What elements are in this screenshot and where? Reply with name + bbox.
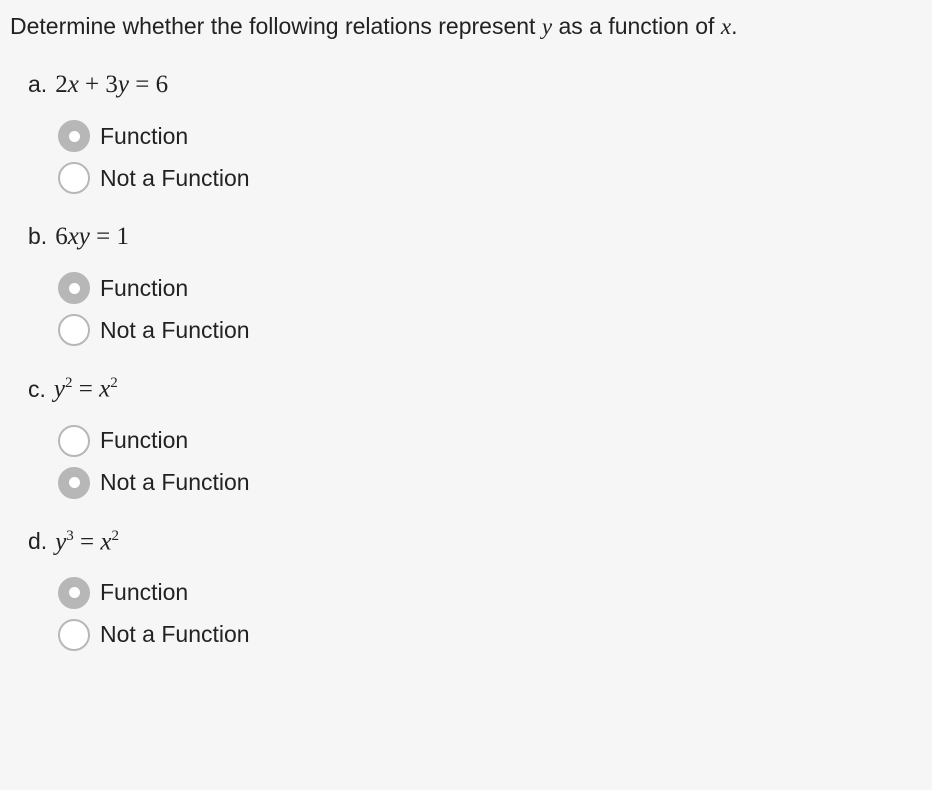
radio-button[interactable]: [58, 577, 90, 609]
question-label: a. 2x + 3y = 6: [28, 71, 922, 99]
radio-button[interactable]: [58, 162, 90, 194]
question-d: d. y3 = x2 Function Not a Function: [28, 528, 922, 654]
question-label: d. y3 = x2: [28, 528, 922, 556]
question-letter: a.: [28, 71, 47, 98]
question-label: b. 6xy = 1: [28, 223, 922, 251]
question-equation: y3 = x2: [55, 528, 119, 556]
option-label: Not a Function: [100, 469, 250, 496]
options-group: Function Not a Function: [28, 422, 922, 502]
option-function[interactable]: Function: [58, 422, 922, 460]
prompt-var-x: x: [721, 14, 731, 39]
question-letter: b.: [28, 223, 47, 250]
option-label: Function: [100, 123, 188, 150]
prompt-text-prefix: Determine whether the following relation…: [10, 13, 542, 39]
option-label: Function: [100, 579, 188, 606]
question-b: b. 6xy = 1 Function Not a Function: [28, 223, 922, 349]
question-equation: 2x + 3y = 6: [55, 71, 168, 99]
option-label: Not a Function: [100, 165, 250, 192]
radio-dot-icon: [69, 587, 80, 598]
radio-button[interactable]: [58, 467, 90, 499]
radio-button[interactable]: [58, 314, 90, 346]
question-prompt: Determine whether the following relation…: [10, 10, 922, 43]
prompt-var-y: y: [542, 14, 552, 39]
question-equation: y2 = x2: [54, 375, 118, 403]
options-group: Function Not a Function: [28, 574, 922, 654]
option-not_function[interactable]: Not a Function: [58, 464, 922, 502]
radio-dot-icon: [69, 283, 80, 294]
question-letter: d.: [28, 528, 47, 555]
options-group: Function Not a Function: [28, 269, 922, 349]
radio-button[interactable]: [58, 272, 90, 304]
radio-button[interactable]: [58, 425, 90, 457]
radio-button[interactable]: [58, 619, 90, 651]
option-label: Not a Function: [100, 317, 250, 344]
option-not_function[interactable]: Not a Function: [58, 159, 922, 197]
prompt-text-mid: as a function of: [552, 13, 721, 39]
option-label: Function: [100, 427, 188, 454]
option-function[interactable]: Function: [58, 574, 922, 612]
radio-dot-icon: [69, 477, 80, 488]
option-not_function[interactable]: Not a Function: [58, 311, 922, 349]
question-c: c. y2 = x2 Function Not a Function: [28, 375, 922, 501]
radio-dot-icon: [69, 131, 80, 142]
question-label: c. y2 = x2: [28, 375, 922, 403]
option-function[interactable]: Function: [58, 117, 922, 155]
prompt-text-suffix: .: [731, 13, 737, 39]
radio-button[interactable]: [58, 120, 90, 152]
question-letter: c.: [28, 376, 46, 403]
question-equation: 6xy = 1: [55, 223, 129, 251]
options-group: Function Not a Function: [28, 117, 922, 197]
option-function[interactable]: Function: [58, 269, 922, 307]
option-label: Function: [100, 275, 188, 302]
question-a: a. 2x + 3y = 6 Function Not a Function: [28, 71, 922, 197]
option-not_function[interactable]: Not a Function: [58, 616, 922, 654]
option-label: Not a Function: [100, 621, 250, 648]
questions-container: a. 2x + 3y = 6 Function Not a Function b. 6xy…: [10, 71, 922, 654]
